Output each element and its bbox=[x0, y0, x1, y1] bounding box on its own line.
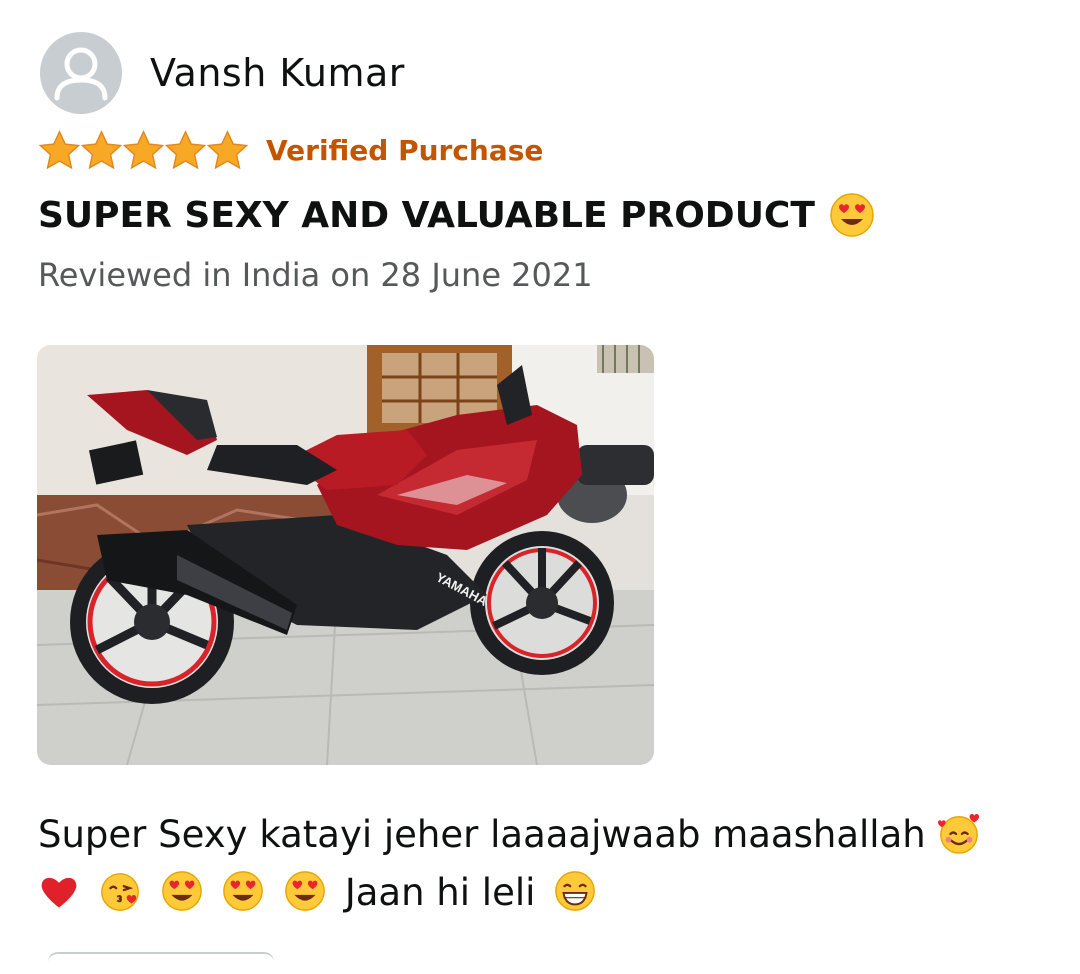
heart-eyes-emoji bbox=[830, 193, 874, 237]
star-rating bbox=[38, 130, 249, 171]
star-icon bbox=[80, 130, 123, 170]
reviewer-name[interactable]: Vansh Kumar bbox=[150, 51, 405, 95]
avatar[interactable] bbox=[40, 32, 122, 114]
review-title-text: SUPER SEXY AND VALUABLE PRODUCT bbox=[38, 194, 815, 236]
smiling-face-with-hearts-emoji bbox=[938, 814, 980, 854]
heart-eyes-emoji bbox=[285, 871, 325, 911]
reviewer-header[interactable]: Vansh Kumar bbox=[40, 32, 405, 114]
review-body: Super Sexy katayi jeher laaaajwaab maash… bbox=[38, 806, 1038, 922]
star-icon bbox=[38, 130, 81, 170]
review-body-text-2: Jaan hi leli bbox=[344, 871, 536, 914]
heart-eyes-emoji bbox=[161, 871, 202, 911]
grinning-face-emoji bbox=[555, 871, 596, 911]
verified-purchase-badge: Verified Purchase bbox=[266, 134, 544, 167]
review-title: SUPER SEXY AND VALUABLE PRODUCT bbox=[38, 192, 875, 238]
motorcycle-photo: YAMAHA bbox=[37, 345, 654, 765]
review-body-text-1: Super Sexy katayi jeher laaaajwaab maash… bbox=[38, 813, 926, 856]
review-body-line-2: Jaan hi leli bbox=[38, 864, 1038, 922]
rating-row: Verified Purchase bbox=[38, 130, 543, 171]
red-heart-emoji bbox=[41, 877, 77, 908]
heart-eyes-emoji bbox=[223, 871, 264, 911]
review-body-line-1: Super Sexy katayi jeher laaaajwaab maash… bbox=[38, 806, 1038, 864]
star-icon bbox=[206, 130, 249, 170]
review-date: Reviewed in India on 28 June 2021 bbox=[38, 256, 593, 294]
star-icon bbox=[122, 130, 165, 170]
helpful-button-edge[interactable] bbox=[48, 952, 274, 974]
user-placeholder-icon bbox=[54, 47, 108, 101]
kissing-face-emoji bbox=[100, 873, 139, 911]
star-icon bbox=[164, 130, 207, 170]
review-photo[interactable]: YAMAHA bbox=[37, 345, 654, 765]
